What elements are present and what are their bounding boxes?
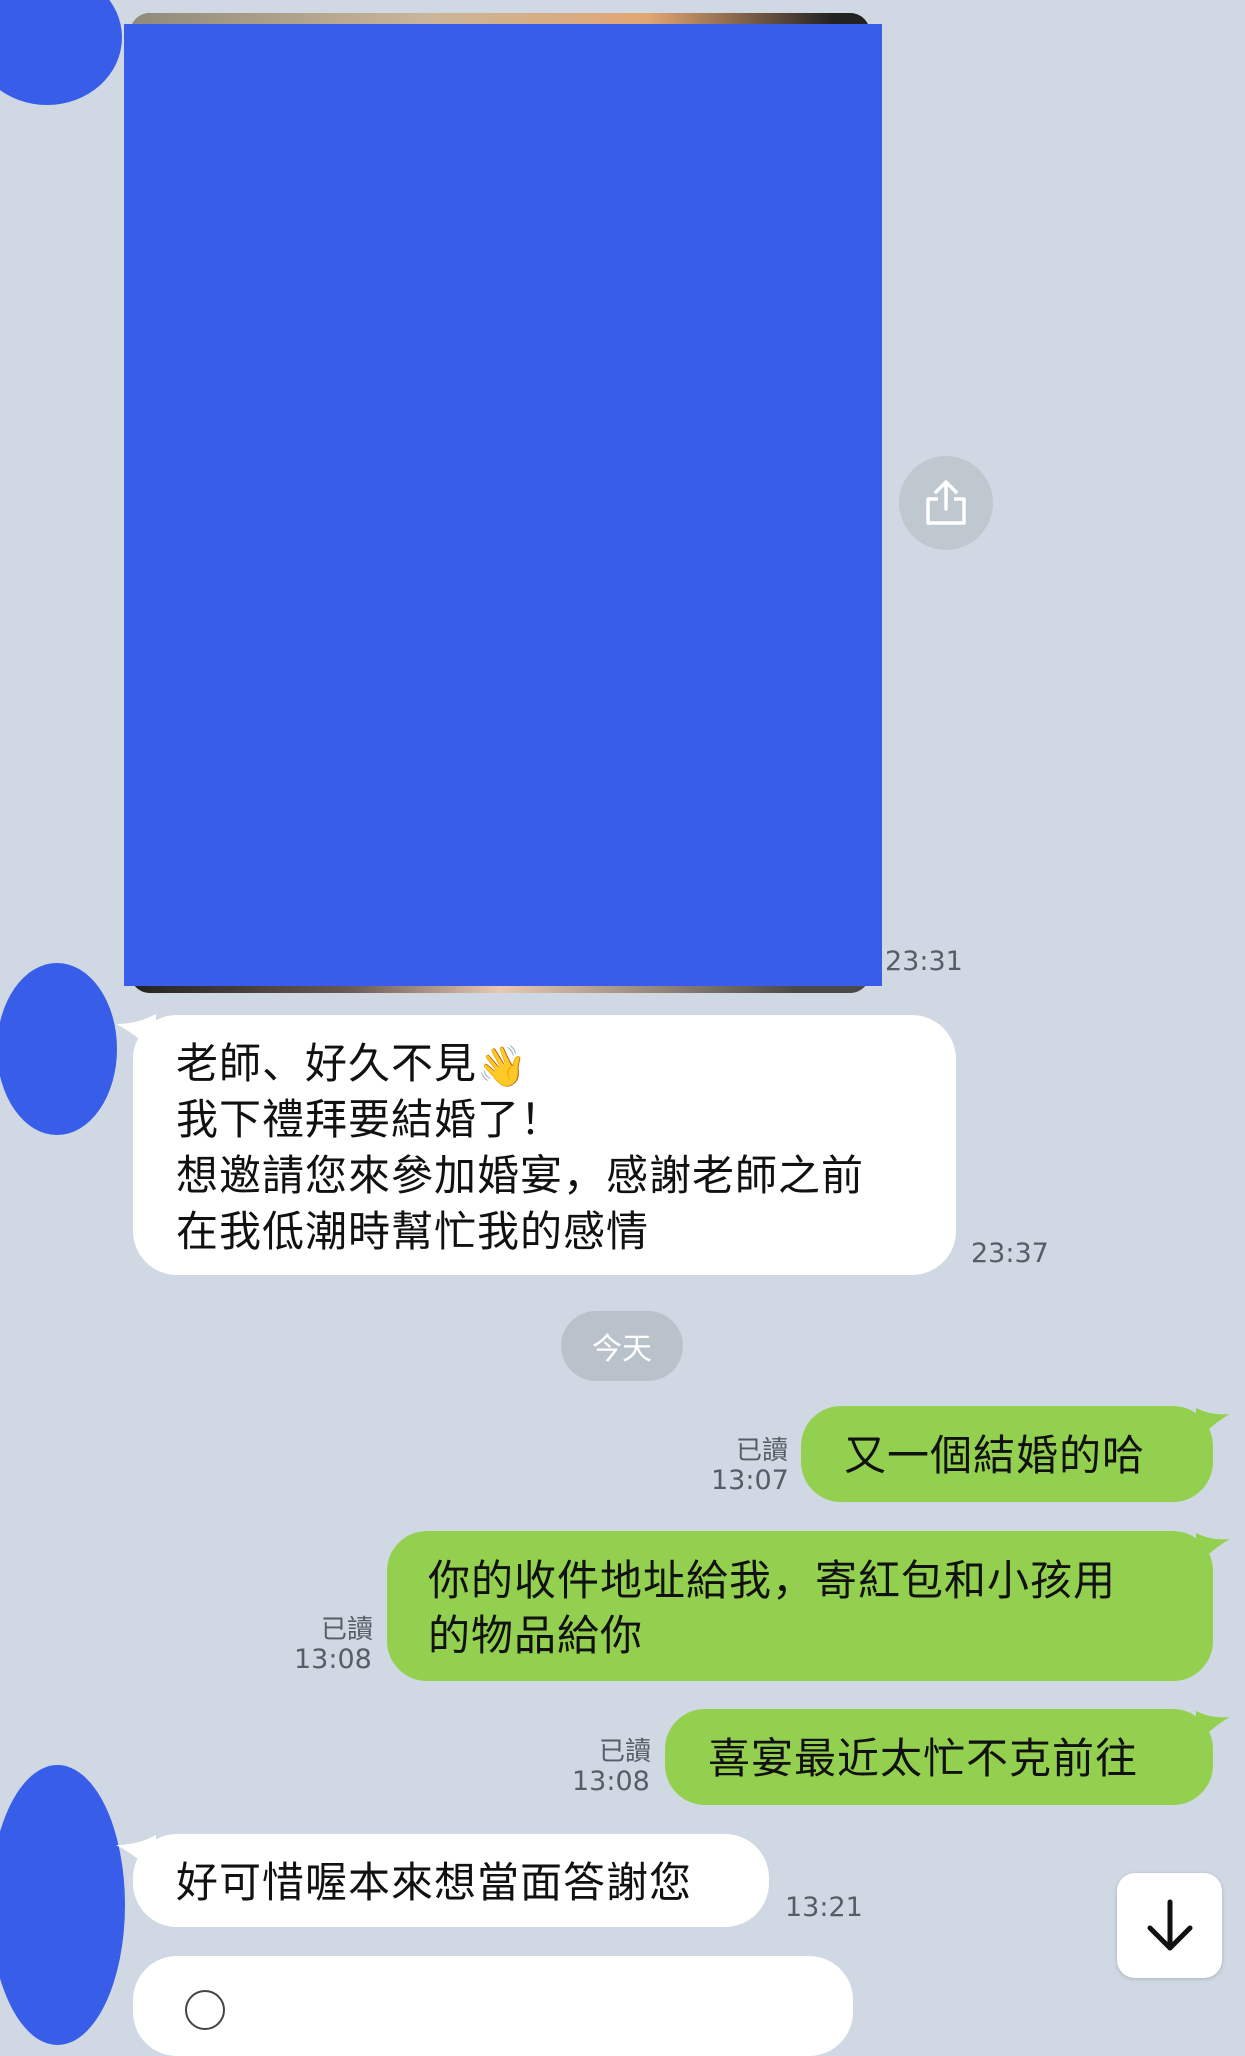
partial-icon xyxy=(185,1990,225,2030)
message-text: 又一個結婚的哈 xyxy=(844,1431,1146,1480)
message-text: 喜宴最近太忙不克前往 xyxy=(708,1734,1139,1783)
arrow-down-icon xyxy=(1147,1899,1192,1950)
message-line: 的物品給你 xyxy=(428,1611,644,1660)
read-receipt: 已讀 xyxy=(320,1615,373,1645)
message-time: 13:08 xyxy=(294,1644,372,1675)
message-line: 老師、好久不見 xyxy=(176,1039,478,1088)
message-line: 我下禮拜要結婚了！ xyxy=(176,1095,564,1144)
avatar[interactable] xyxy=(0,1765,125,2045)
message-time: 13:07 xyxy=(711,1465,789,1496)
waving-hand-icon: 👋 xyxy=(477,1043,528,1090)
message-line: 想邀請您來參加婚宴，感謝老師之前 xyxy=(176,1151,865,1200)
message-line: 你的收件地址給我，寄紅包和小孩用 xyxy=(428,1556,1117,1605)
message-line: 在我低潮時幫忙我的感情 xyxy=(176,1207,650,1256)
message-text: 好可惜喔本來想當面答謝您 xyxy=(176,1858,693,1907)
share-button[interactable] xyxy=(899,456,993,550)
message-text: 老師、好久不見👋 xyxy=(176,1036,528,1095)
avatar[interactable] xyxy=(0,963,117,1135)
read-receipt: 已讀 xyxy=(735,1436,788,1466)
message-time: 13:21 xyxy=(785,1892,863,1923)
message-time: 23:37 xyxy=(971,1238,1049,1269)
scroll-to-bottom-button[interactable] xyxy=(1117,1873,1222,1978)
avatar[interactable] xyxy=(0,0,122,105)
share-icon xyxy=(926,480,966,525)
message-bubble-incoming[interactable] xyxy=(133,1956,853,2056)
redaction-block xyxy=(124,24,882,986)
read-receipt: 已讀 xyxy=(598,1737,651,1767)
message-time: 13:08 xyxy=(572,1766,650,1797)
date-separator: 今天 xyxy=(561,1311,683,1381)
message-time: 23:31 xyxy=(885,946,963,977)
